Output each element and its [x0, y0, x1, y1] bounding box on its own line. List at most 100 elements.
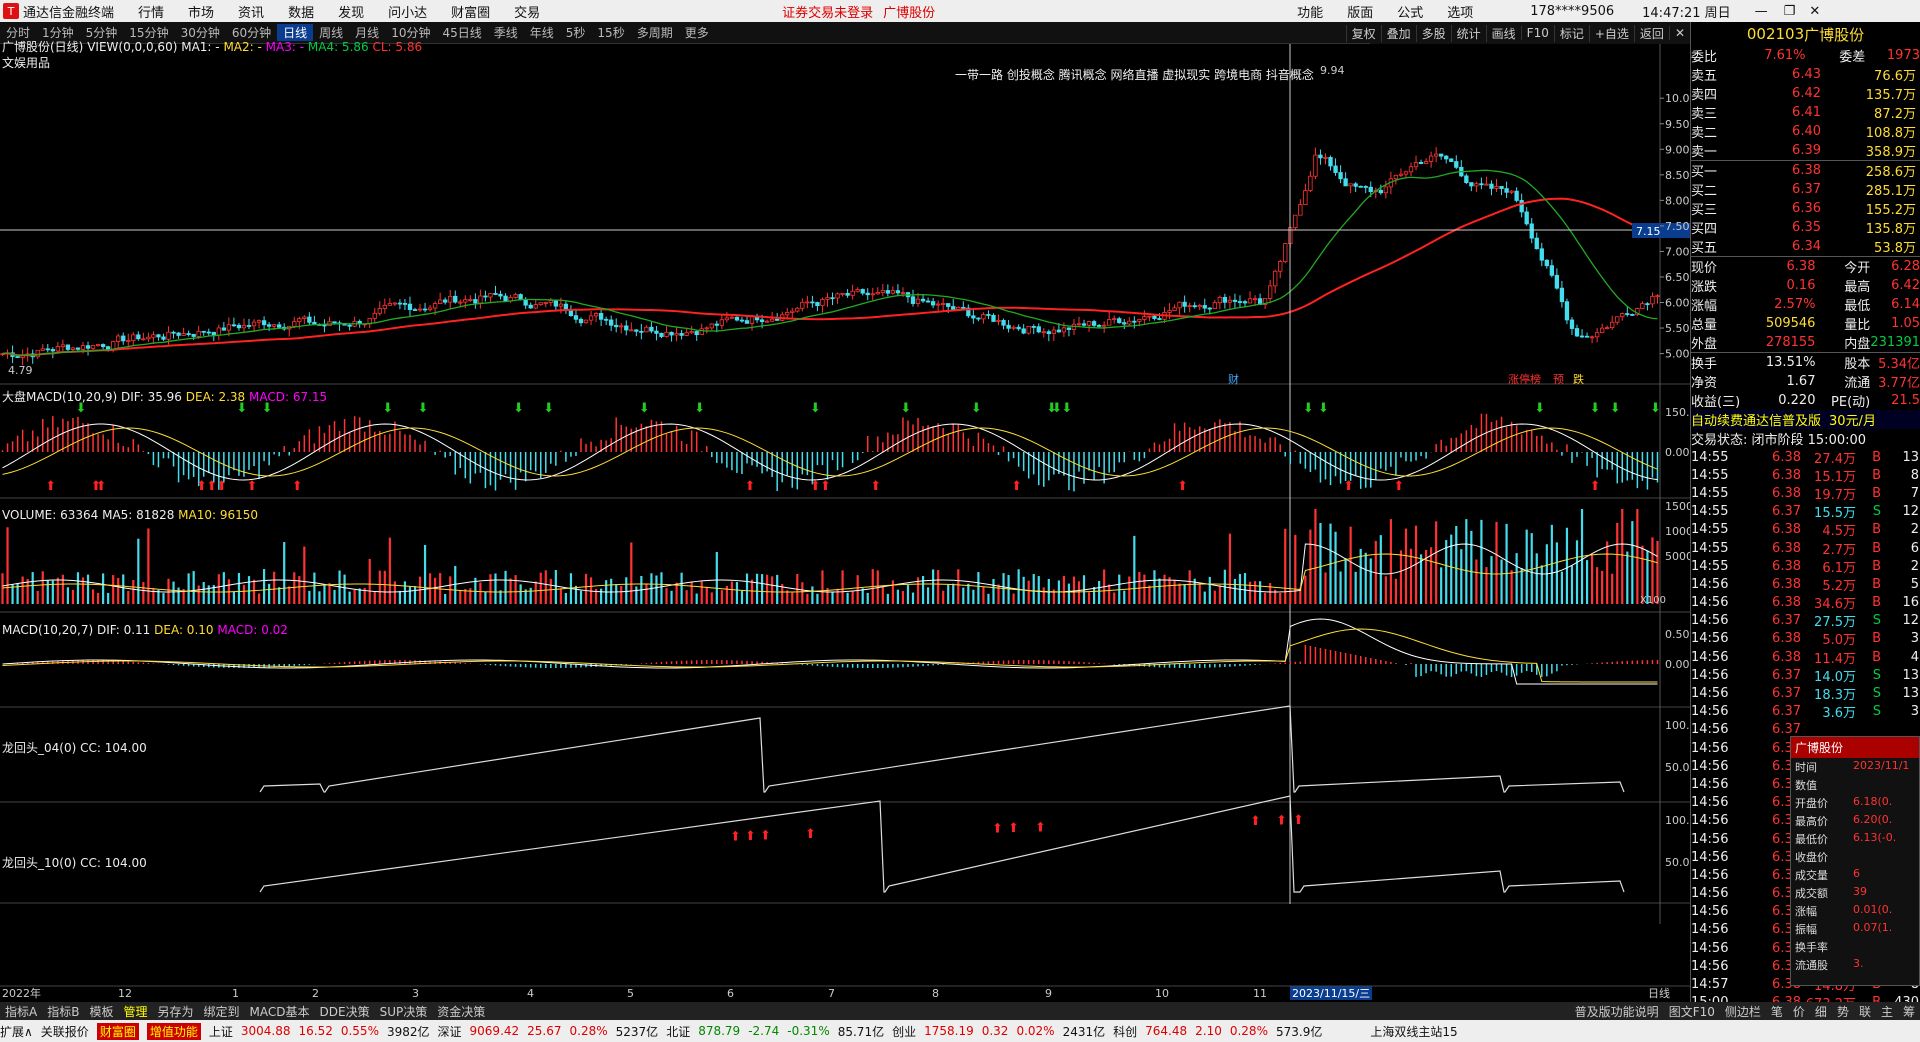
promo-row[interactable]: 自动续费通达信普及版 30元/月 [1691, 410, 1920, 429]
menu-item-zixun[interactable]: 资讯 [226, 2, 276, 21]
volume-tick: 15000 [1665, 500, 1690, 513]
promo-price[interactable]: 30元/月 [1829, 410, 1876, 429]
period-tab-15[interactable]: 多周期 [631, 24, 679, 41]
restore-icon[interactable]: ❐ [1784, 4, 1796, 19]
popup-label: 振幅 [1795, 923, 1817, 936]
menu-item-hangqing[interactable]: 行情 [126, 2, 176, 21]
ext-tab-2[interactable]: 财富圈 [96, 1022, 139, 1040]
promo-text[interactable]: 自动续费通达信普及版 [1691, 410, 1821, 429]
menu-item-shuju[interactable]: 数据 [276, 2, 326, 21]
candle-body [70, 347, 76, 350]
candle-body [1474, 183, 1479, 187]
indicator-tab-0[interactable]: 指标A [0, 1003, 42, 1020]
right-panel-tab-4[interactable]: 联 [1854, 1003, 1876, 1020]
index-name[interactable]: 创业 [892, 1023, 916, 1040]
menu-right-gongneng[interactable]: 功能 [1285, 2, 1335, 21]
tick-row: 14:55 6.38 19.7万 B 7 [1691, 484, 1920, 503]
server-name[interactable]: 上海双线主站15 [1370, 1023, 1457, 1040]
chart-area[interactable]: 7.159.944.79财涨停榜预跌10.009.509.008.508.007… [0, 44, 1690, 1002]
event-marker[interactable]: 财 [1228, 372, 1239, 386]
menu-right-xuanxiang[interactable]: 选项 [1435, 2, 1485, 21]
period-tab-14[interactable]: 15秒 [591, 24, 630, 41]
candle-body [981, 314, 986, 320]
tool-button-6[interactable]: 标记 [1553, 24, 1589, 42]
event-marker[interactable]: 跌 [1573, 372, 1584, 386]
minimize-icon[interactable]: — [1755, 4, 1768, 19]
indicator-tab-9[interactable]: 资金决策 [432, 1003, 490, 1020]
ext-tab-0[interactable]: 扩展∧ [0, 1023, 33, 1040]
menu-item-jiaoyi[interactable]: 交易 [502, 2, 552, 21]
menu-item-faxian[interactable]: 发现 [326, 2, 376, 21]
buy-arrow-icon: ⬆ [1177, 479, 1188, 494]
tool-button-5[interactable]: F10 [1520, 26, 1554, 40]
sell-arrow-icon: ⬇ [1061, 401, 1072, 416]
menu-item-shichang[interactable]: 市场 [176, 2, 226, 21]
menu-item-wenxiaoda[interactable]: 问小达 [376, 2, 439, 21]
right-panel-tab-1[interactable]: 价 [1788, 1003, 1810, 1020]
candle-body [1066, 327, 1072, 330]
tick-time: 14:56 [1691, 631, 1729, 647]
stat-label2: 今开 [1844, 261, 1871, 276]
indicator-tab-4[interactable]: 另存为 [152, 1003, 198, 1020]
candle-body [1549, 265, 1555, 276]
status-link-0[interactable]: 普及版功能说明 [1570, 1003, 1664, 1020]
user-id[interactable]: 178****9506 [1530, 4, 1614, 19]
period-tab-13[interactable]: 5秒 [560, 24, 592, 41]
right-panel-tab-2[interactable]: 细 [1810, 1003, 1832, 1020]
period-tab-10[interactable]: 45日线 [436, 24, 487, 41]
tool-button-4[interactable]: 画线 [1485, 24, 1521, 42]
period-tab-11[interactable]: 季线 [488, 24, 524, 41]
candle-body [1484, 183, 1489, 186]
panel-close-icon[interactable]: ✕ [1668, 26, 1690, 40]
event-marker[interactable]: 预 [1553, 373, 1564, 386]
candle-body [85, 345, 91, 349]
candle-body [1132, 320, 1137, 323]
indicator-tab-7[interactable]: DDE决策 [315, 1003, 375, 1020]
index-name[interactable]: 科创 [1113, 1023, 1137, 1040]
bid-volume: 155.2万 [1865, 203, 1916, 218]
close-icon[interactable]: ✕ [1809, 4, 1820, 19]
period-tab-12[interactable]: 年线 [524, 24, 560, 41]
tool-button-3[interactable]: 统计 [1450, 24, 1486, 42]
indicator-tab-2[interactable]: 模板 [84, 1003, 118, 1020]
indicator-tab-3[interactable]: 管理 [118, 1003, 152, 1020]
indicator-tab-6[interactable]: MACD基本 [245, 1003, 315, 1020]
menu-item-caifuquan[interactable]: 财富圈 [439, 2, 502, 21]
menu-right-gongshi[interactable]: 公式 [1385, 2, 1435, 21]
price-tick: 8.00 [1665, 194, 1690, 207]
right-panel-tab-3[interactable]: 势 [1832, 1003, 1854, 1020]
tool-button-0[interactable]: 复权 [1345, 24, 1381, 42]
candle-body [1499, 186, 1504, 189]
candle-body [126, 340, 131, 342]
indicator-tab-5[interactable]: 绑定到 [199, 1003, 245, 1020]
bid-volume: 258.6万 [1865, 165, 1916, 180]
tool-button-1[interactable]: 叠加 [1380, 24, 1416, 42]
tick-time: 14:57 [1691, 977, 1729, 993]
index-name[interactable]: 深证 [438, 1023, 462, 1040]
stock-tab[interactable]: 广博股份 [883, 2, 935, 21]
candle-body [166, 331, 171, 340]
ext-tab-3[interactable]: 增值功能 [146, 1022, 201, 1040]
tool-button-7[interactable]: +自选 [1588, 24, 1634, 42]
index-name[interactable]: 上证 [209, 1023, 233, 1040]
status-link-1[interactable]: 图文F10 [1664, 1003, 1720, 1020]
tick-time: 14:56 [1691, 649, 1729, 665]
status-link-2[interactable]: 侧边栏 [1720, 1003, 1766, 1020]
menu-right-banmian[interactable]: 版面 [1335, 2, 1385, 21]
candle-body [1147, 315, 1152, 318]
candle-body [659, 332, 664, 337]
index-name[interactable]: 北证 [666, 1023, 690, 1040]
ext-tab-1[interactable]: 关联报价 [41, 1023, 89, 1040]
right-panel-tab-5[interactable]: 主 [1876, 1003, 1898, 1020]
event-marker[interactable]: 涨停榜 [1508, 372, 1541, 386]
indicator-tab-1[interactable]: 指标B [42, 1003, 84, 1020]
trade-status-text[interactable]: 证券交易未登录 [782, 2, 873, 21]
period-tab-16[interactable]: 更多 [679, 24, 715, 41]
tool-button-8[interactable]: 返回 [1633, 24, 1669, 42]
right-panel-tab-6[interactable]: 筹 [1898, 1003, 1920, 1020]
panel3-title: VOLUME: 63364 MA5: 81828 MA10: 96150 [2, 508, 258, 522]
tool-button-2[interactable]: 多股 [1415, 24, 1451, 42]
right-panel-tab-0[interactable]: 笔 [1766, 1003, 1788, 1020]
index-p: 0.02% [1016, 1024, 1055, 1038]
indicator-tab-8[interactable]: SUP决策 [375, 1003, 433, 1020]
